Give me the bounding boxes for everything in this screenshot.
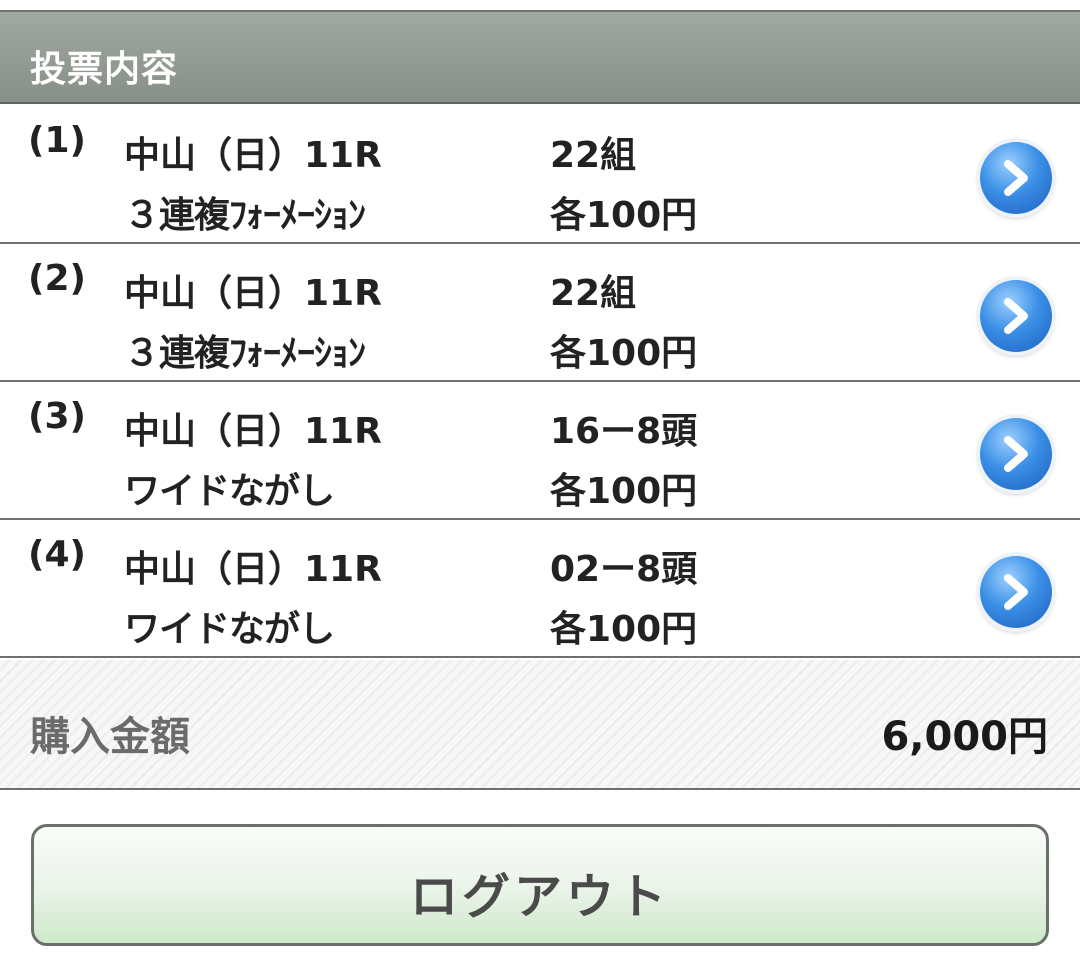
detail-button[interactable] [980,280,1052,352]
combination-count: 02ー8頭 [550,549,698,590]
bet-type: ワイドながし [124,471,335,512]
page-title: 投票内容 [30,49,179,90]
bet-row[interactable]: (4) 中山（日）11R ワイドながし 02ー8頭 各100円 [0,520,1080,658]
chevron-right-icon [1004,574,1028,610]
section-header: 投票内容 [0,10,1080,104]
chevron-right-icon [1004,436,1028,472]
race-name: 中山（日）11R [124,549,382,590]
bet-number: (3) [28,396,86,437]
combination-count: 22組 [550,273,637,314]
bet-row[interactable]: (3) 中山（日）11R ワイドながし 16ー8頭 各100円 [0,382,1080,520]
bet-row[interactable]: (2) 中山（日）11R ３連複ﾌｫｰﾒｰｼｮﾝ 22組 各100円 [0,244,1080,382]
combination-count: 16ー8頭 [550,411,698,452]
bet-number: (4) [28,534,86,575]
bet-type: ワイドながし [124,609,335,650]
chevron-right-icon [1004,298,1028,334]
bet-row[interactable]: (1) 中山（日）11R ３連複ﾌｫｰﾒｰｼｮﾝ 22組 各100円 [0,106,1080,244]
combination-count: 22組 [550,135,637,176]
bet-amount: 各100円 [550,609,698,650]
logout-button[interactable]: ログアウト [31,824,1049,946]
total-label: 購入金額 [30,714,190,760]
bet-amount: 各100円 [550,471,698,512]
total-value: 6,000円 [881,714,1048,760]
race-name: 中山（日）11R [124,135,382,176]
bet-type: ３連複ﾌｫｰﾒｰｼｮﾝ [124,195,366,236]
bet-amount: 各100円 [550,195,698,236]
total-bar: 購入金額 6,000円 [0,660,1080,790]
race-name: 中山（日）11R [124,411,382,452]
bet-number: (2) [28,258,86,299]
detail-button[interactable] [980,556,1052,628]
bet-number: (1) [28,120,86,161]
chevron-right-icon [1004,160,1028,196]
bet-summary-screen: 投票内容 (1) 中山（日）11R ３連複ﾌｫｰﾒｰｼｮﾝ 22組 各100円 … [0,0,1080,971]
detail-button[interactable] [980,142,1052,214]
detail-button[interactable] [980,418,1052,490]
bet-type: ３連複ﾌｫｰﾒｰｼｮﾝ [124,333,366,374]
bet-amount: 各100円 [550,333,698,374]
top-edge [0,0,1080,10]
logout-label: ログアウト [409,869,670,925]
race-name: 中山（日）11R [124,273,382,314]
